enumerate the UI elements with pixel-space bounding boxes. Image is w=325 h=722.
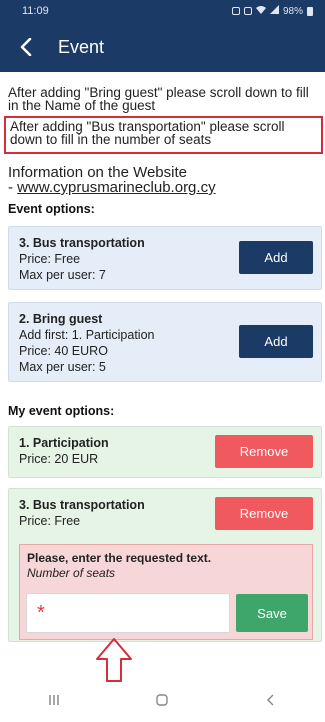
- website-prefix: -: [8, 179, 18, 196]
- option-max-per-user: Max per user: 5: [19, 360, 106, 374]
- signal-icon: [269, 5, 279, 17]
- number-of-seats-input[interactable]: *: [26, 593, 230, 633]
- battery-icon: [307, 6, 313, 16]
- back-button[interactable]: [0, 22, 52, 72]
- required-asterisk-icon: *: [37, 602, 45, 624]
- status-icons: 98%: [231, 5, 313, 17]
- battery-percent: 98%: [282, 5, 303, 17]
- status-bar: 11:09 98%: [0, 0, 325, 22]
- home-icon: [156, 693, 169, 706]
- event-option-card: 2. Bring guest Add first: 1. Participati…: [8, 302, 322, 382]
- recent-apps-icon: [49, 694, 59, 705]
- requested-text-title: Please, enter the requested text.: [27, 551, 212, 565]
- requested-text-box: Please, enter the requested text. Number…: [19, 544, 313, 640]
- website-info-row: - www.cyprusmarineclub.org.cy: [8, 180, 216, 195]
- event-option-card: 3. Bus transportation Price: Free Max pe…: [8, 226, 322, 290]
- notice-bus-transportation: After adding "Bus transportation" please…: [4, 116, 323, 154]
- notice-bring-guest: After adding "Bring guest" please scroll…: [8, 85, 309, 113]
- requested-text-subtitle: Number of seats: [27, 566, 116, 580]
- save-button[interactable]: Save: [236, 594, 308, 632]
- add-bring-guest-button[interactable]: Add: [239, 325, 313, 358]
- website-info: Information on the Website - www.cyprusm…: [8, 165, 216, 195]
- page-title: Event: [58, 36, 105, 57]
- remove-bus-transportation-button[interactable]: Remove: [215, 497, 313, 530]
- wifi-icon: [255, 5, 266, 17]
- add-bus-transportation-button[interactable]: Add: [239, 241, 313, 274]
- home-button[interactable]: [154, 692, 170, 713]
- mute-icon: [243, 7, 252, 15]
- event-options-label: Event options:: [8, 202, 95, 216]
- arrow-up-outline-icon: [96, 638, 132, 682]
- system-nav-bar: [0, 682, 325, 722]
- recent-apps-button[interactable]: [46, 692, 62, 713]
- website-link[interactable]: www.cyprusmarineclub.org.cy: [17, 179, 215, 196]
- system-back-button[interactable]: [263, 692, 279, 713]
- notification-icon: [231, 7, 240, 15]
- back-arrow-icon: [20, 38, 32, 56]
- app-bar: Event: [0, 22, 325, 72]
- event-content[interactable]: After adding "Bring guest" please scroll…: [0, 72, 325, 682]
- my-event-options-label: My event options:: [8, 404, 115, 418]
- my-option-card: 1. Participation Price: 20 EUR Remove: [8, 426, 322, 478]
- remove-participation-button[interactable]: Remove: [215, 435, 313, 468]
- website-info-label: Information on the Website: [8, 164, 187, 181]
- back-icon: [266, 694, 274, 705]
- status-time: 11:09: [22, 5, 49, 17]
- my-option-card: 3. Bus transportation Price: Free Remove…: [8, 488, 322, 642]
